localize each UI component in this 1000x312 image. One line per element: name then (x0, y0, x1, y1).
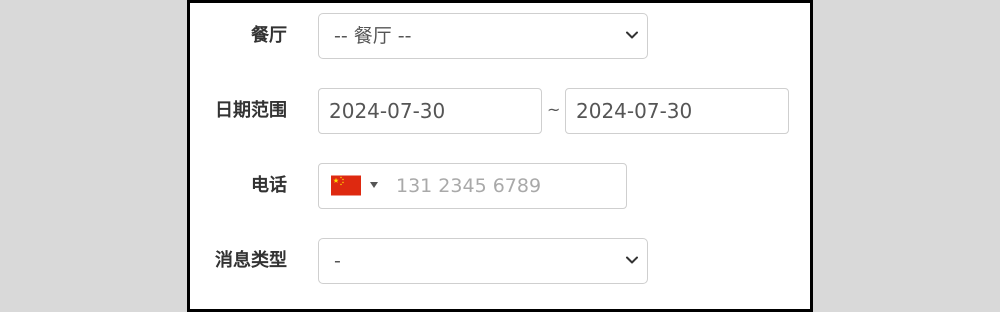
message-type-select[interactable]: - (318, 238, 648, 284)
start-date-value: 2024-07-30 (329, 99, 446, 123)
phone-label: 电话 (251, 175, 287, 196)
end-date-input[interactable]: 2024-07-30 (565, 88, 789, 134)
restaurant-select-value: -- 餐厅 -- (334, 25, 412, 47)
chevron-down-icon (626, 256, 638, 264)
message-type-label: 消息类型 (215, 250, 287, 271)
filter-form-panel: 餐厅 -- 餐厅 -- 日期范围 2024-07-30 ~ 2024-07-30… (187, 0, 813, 312)
date-range-label: 日期范围 (215, 100, 287, 121)
china-flag-icon (331, 175, 361, 196)
phone-row: 电话 (190, 163, 810, 209)
restaurant-label: 餐厅 (251, 25, 287, 46)
start-date-input[interactable]: 2024-07-30 (318, 88, 542, 134)
country-code-dropdown[interactable] (331, 175, 381, 197)
caret-down-icon (370, 182, 378, 188)
restaurant-row: 餐厅 -- 餐厅 -- (190, 13, 810, 59)
phone-field (318, 163, 627, 209)
date-range-row: 日期范围 2024-07-30 ~ 2024-07-30 (190, 88, 810, 134)
restaurant-select[interactable]: -- 餐厅 -- (318, 13, 648, 59)
date-range-separator: ~ (547, 100, 561, 119)
message-type-select-value: - (334, 250, 341, 272)
message-type-row: 消息类型 - (190, 238, 810, 284)
phone-input[interactable] (396, 164, 616, 208)
chevron-down-icon (626, 31, 638, 39)
end-date-value: 2024-07-30 (576, 99, 693, 123)
